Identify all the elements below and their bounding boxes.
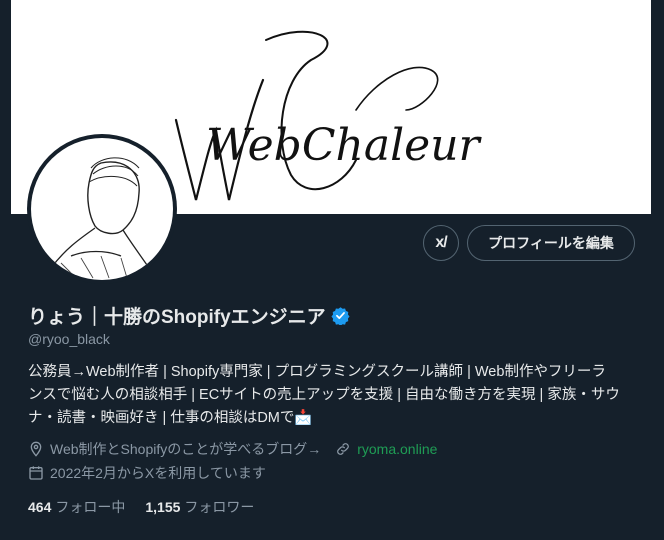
edit-profile-button[interactable]: プロフィールを編集 xyxy=(467,225,635,261)
avatar-illustration xyxy=(50,157,157,279)
grok-icon: x/ xyxy=(435,234,447,251)
link-icon xyxy=(337,443,350,455)
follow-stats: 464 フォロー中 1,155 フォロワー xyxy=(28,497,254,517)
followers-link[interactable]: 1,155 フォロワー xyxy=(145,497,254,517)
display-name-text: りょう｜十勝のShopifyエンジニア xyxy=(28,307,326,328)
edit-profile-label: プロフィールを編集 xyxy=(488,235,614,251)
display-name: りょう｜十勝のShopifyエンジニア xyxy=(28,302,350,329)
grok-button[interactable]: x/ xyxy=(423,225,459,261)
profile-joined-row: 2022年2月からXを利用しています xyxy=(28,463,266,483)
location-text: Web制作とShopifyのことが学べるブログ→ xyxy=(50,441,322,457)
following-link[interactable]: 464 フォロー中 xyxy=(28,497,125,517)
followers-count: 1,155 xyxy=(145,499,181,515)
bio-line: ンスで悩む人の相談相手 | ECサイトの売上アップを支援 | 自由な働き方を実現… xyxy=(28,387,620,403)
verified-badge-icon[interactable] xyxy=(331,306,350,325)
banner-logo-text: WebChaleur xyxy=(206,120,483,171)
profile-meta-row: Web制作とShopifyのことが学べるブログ→ ryoma.online xyxy=(28,439,437,459)
website-link[interactable]: ryoma.online xyxy=(357,441,437,457)
followers-label: フォロワー xyxy=(184,499,255,515)
calendar-icon xyxy=(29,466,43,480)
joined-text: 2022年2月からXを利用しています xyxy=(50,465,266,481)
bio: 公務員→Web制作者 | Shopify専門家 | プログラミングスクール講師 … xyxy=(28,361,638,430)
user-handle: @ryoo_black xyxy=(28,331,110,347)
avatar[interactable] xyxy=(27,134,177,284)
following-label: フォロー中 xyxy=(55,499,126,515)
bio-line: 公務員→Web制作者 | Shopify専門家 | プログラミングスクール講師 … xyxy=(28,364,606,380)
bio-line: ナ・読書・映画好き | 仕事の相談はDMで📩 xyxy=(28,410,313,426)
following-count: 464 xyxy=(28,499,52,515)
location-icon xyxy=(30,441,42,457)
